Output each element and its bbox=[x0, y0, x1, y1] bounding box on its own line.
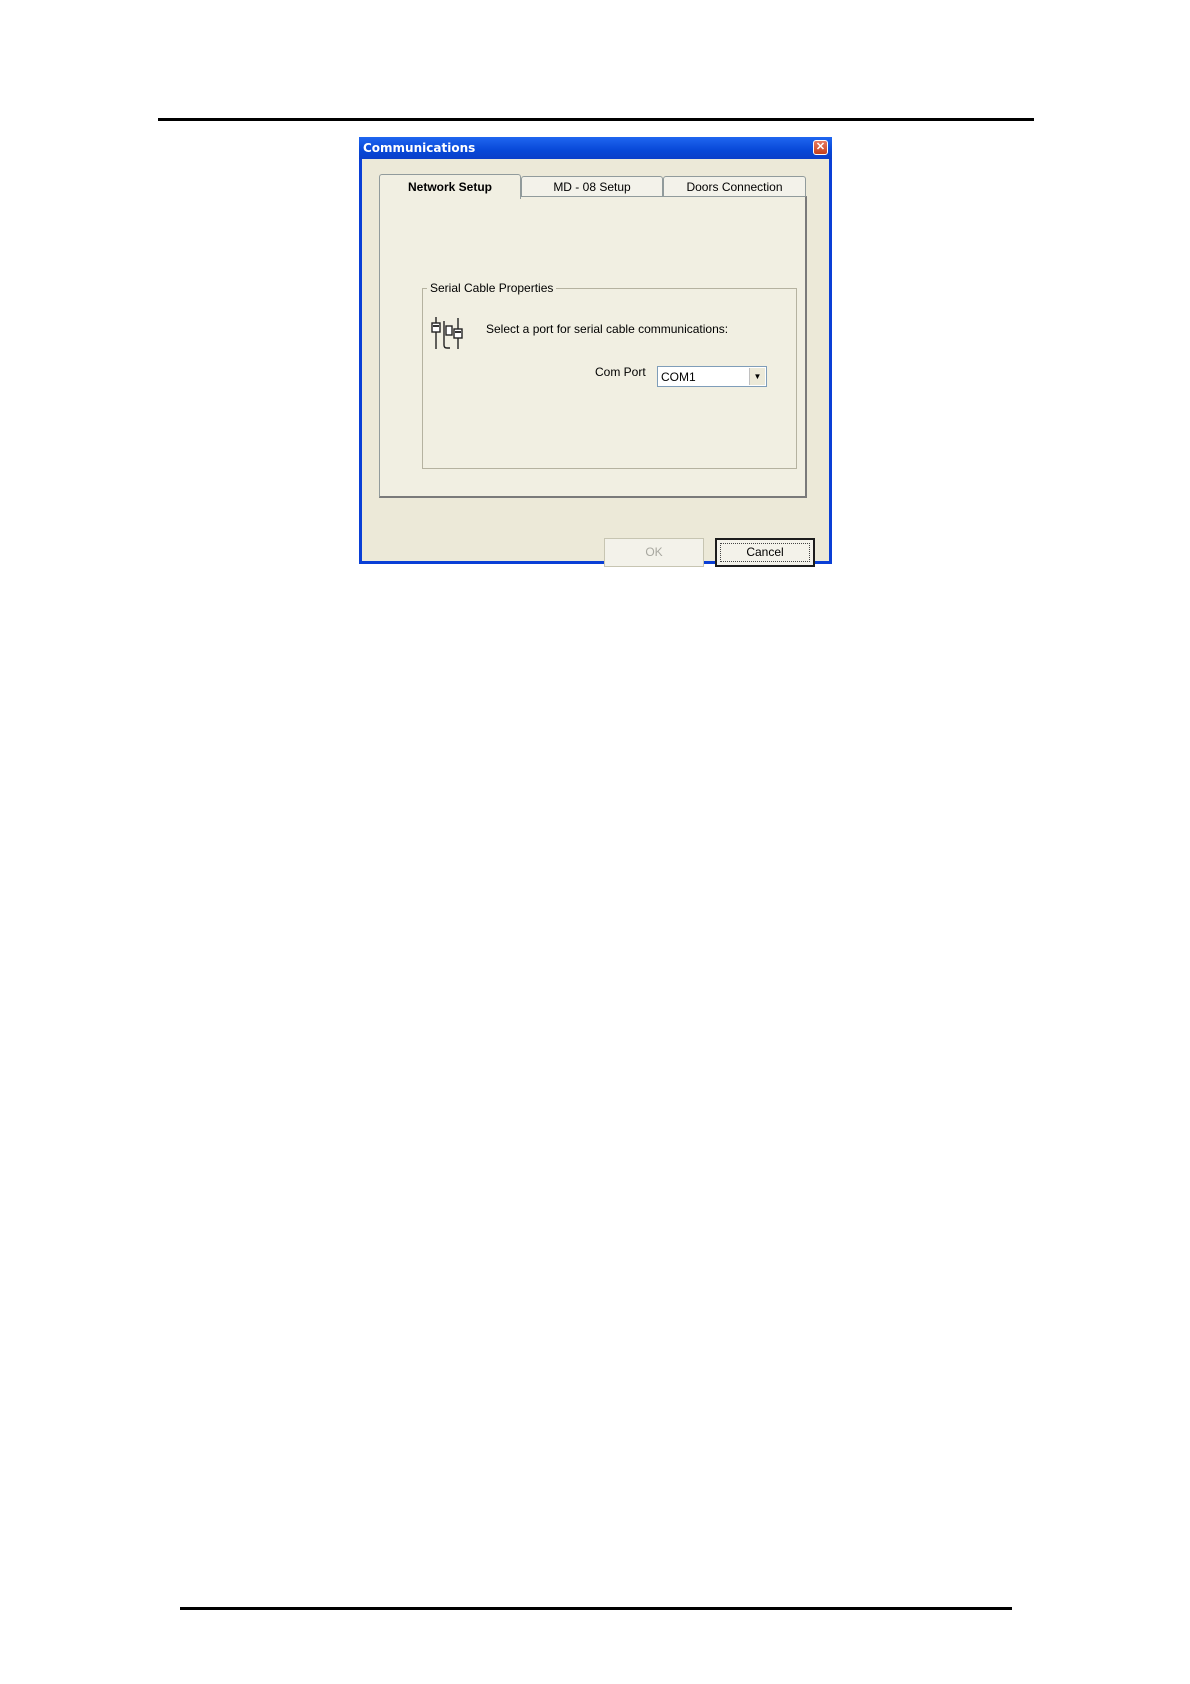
top-rule bbox=[158, 118, 1034, 121]
chevron-down-icon[interactable]: ▼ bbox=[749, 368, 765, 385]
tab-panel: Serial Cable Properties Select a port fo… bbox=[379, 196, 807, 498]
tab-md-08-setup[interactable]: MD - 08 Setup bbox=[521, 176, 663, 198]
groupbox-legend: Serial Cable Properties bbox=[427, 281, 557, 295]
bottom-rule bbox=[180, 1607, 1012, 1610]
com-port-select[interactable]: COM1 ▼ bbox=[657, 366, 767, 387]
close-icon[interactable]: ✕ bbox=[813, 140, 828, 155]
com-port-value: COM1 bbox=[661, 370, 696, 384]
cancel-button[interactable]: Cancel bbox=[715, 538, 815, 567]
focus-rectangle bbox=[720, 543, 810, 562]
ok-button[interactable]: OK bbox=[604, 538, 704, 567]
title-bar[interactable]: Communications ✕ bbox=[359, 137, 832, 159]
dialog-title: Communications bbox=[363, 141, 476, 155]
dialog-client-area: Network Setup MD - 08 Setup Doors Connec… bbox=[362, 159, 829, 567]
tab-doors-connection[interactable]: Doors Connection bbox=[663, 176, 806, 198]
serial-cable-icon bbox=[431, 317, 463, 349]
serial-prompt-text: Select a port for serial cable communica… bbox=[486, 322, 729, 336]
communications-dialog: Communications ✕ Network Setup MD - 08 S… bbox=[359, 137, 832, 567]
com-port-label: Com Port bbox=[595, 365, 646, 379]
tab-network-setup[interactable]: Network Setup bbox=[379, 174, 521, 199]
